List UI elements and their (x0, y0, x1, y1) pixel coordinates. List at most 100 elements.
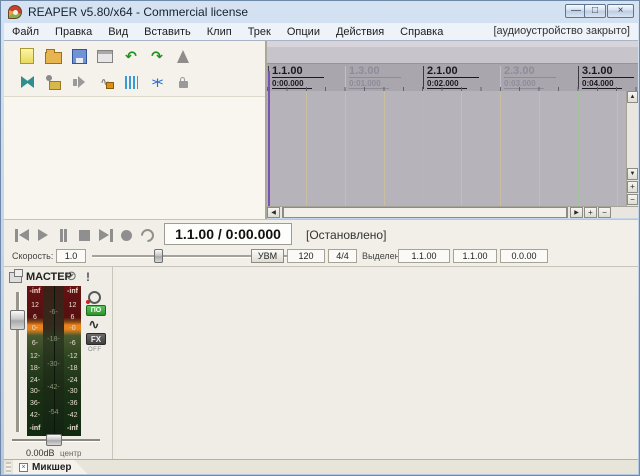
menu-item-options[interactable]: Опции (279, 25, 328, 39)
meter-scale: 12 (64, 302, 81, 310)
pause-button[interactable] (54, 225, 73, 245)
stop-button[interactable] (75, 225, 94, 245)
meter-peak-left: -inf (27, 288, 43, 296)
selection-end-field[interactable]: 1.1.00 (453, 249, 497, 263)
repeat-icon (138, 226, 156, 244)
save-project-button[interactable] (66, 46, 92, 66)
envelope-lock-button[interactable]: ∿ (92, 72, 118, 92)
media-explorer-button[interactable] (40, 72, 66, 92)
docker-grip[interactable] (6, 462, 11, 473)
toolbar-row-2: ∿ >|< (14, 72, 196, 92)
track-list-empty-area[interactable] (4, 96, 265, 220)
meter-scale: -30 (64, 388, 81, 396)
envelope-icon[interactable]: ∿ (88, 317, 100, 331)
grid-line (345, 91, 346, 206)
routing-icon[interactable] (9, 272, 22, 283)
reaper-logo-icon (8, 5, 22, 19)
time-signature-field[interactable]: 4/4 (328, 249, 357, 263)
meter-scale: -18- (43, 336, 64, 344)
mixer-panel: МАСТЕР ⊘ ! -inf -inf 12 6 0- 6- 12- 18- … (4, 266, 638, 459)
menu-item-item[interactable]: Клип (199, 25, 240, 39)
new-project-button[interactable] (14, 46, 40, 66)
window-title: REAPER v5.80/x64 - Commercial license (28, 5, 248, 19)
redo-button[interactable]: ↷ (144, 46, 170, 66)
edit-cursor[interactable] (268, 71, 270, 206)
zoom-out-horizontal-button[interactable]: − (598, 207, 611, 218)
menu-item-edit[interactable]: Правка (47, 25, 100, 39)
master-mute-icon[interactable]: ⊘ (66, 269, 77, 282)
meter-scale: -6 (64, 340, 81, 348)
go-to-start-button[interactable] (12, 225, 31, 245)
menu-item-insert[interactable]: Вставить (136, 25, 199, 39)
transport-position-display[interactable]: 1.1.00 / 0:00.000 (164, 223, 292, 245)
scroll-right-button[interactable]: ▶ (570, 207, 583, 218)
pan-slider-thumb[interactable] (46, 434, 62, 446)
maximize-button[interactable]: □ (584, 4, 606, 18)
pan-readout[interactable]: центр (60, 449, 81, 458)
horizontal-scrollbar[interactable]: ◀ ▶ + − (267, 206, 638, 218)
fx-state-label: OFF (88, 347, 102, 353)
open-project-button[interactable] (40, 46, 66, 66)
titlebar[interactable]: REAPER v5.80/x64 - Commercial license — … (1, 1, 639, 23)
meter-scale: 42- (27, 412, 43, 420)
repeat-button[interactable] (138, 225, 157, 245)
bpm-field[interactable]: 120 (287, 249, 325, 263)
project-settings-button[interactable] (92, 46, 118, 66)
scroll-up-button[interactable]: ▲ (627, 91, 638, 103)
grid-icon (125, 76, 138, 89)
meter-peak-right: -inf (64, 288, 81, 296)
record-button[interactable] (117, 225, 136, 245)
zoom-in-vertical-button[interactable]: + (627, 181, 638, 193)
scroll-down-button[interactable]: ▼ (627, 168, 638, 180)
grid-line (500, 91, 501, 206)
grid-line-measure (578, 91, 579, 206)
master-solo-icon[interactable]: ! (86, 270, 90, 284)
undo-button[interactable]: ↶ (118, 46, 144, 66)
menu-item-track[interactable]: Трек (240, 25, 279, 39)
go-to-end-button[interactable] (96, 225, 115, 245)
crossfade-icon (26, 76, 34, 88)
rate-slider-thumb[interactable] (154, 249, 163, 263)
mono-button[interactable]: ПО (86, 305, 106, 316)
lock-button[interactable] (170, 72, 196, 92)
timeline-ruler[interactable]: 1.1.00 0:00.000 1.3.00 0:01.000 2.1.00 0… (267, 64, 638, 91)
horizontal-scrollbar-thumb[interactable] (282, 207, 568, 218)
selection-start-field[interactable]: 1.1.00 (398, 249, 450, 263)
metronome-button[interactable] (170, 46, 196, 66)
record-monitor-icon[interactable] (88, 291, 101, 304)
play-icon (38, 229, 48, 241)
tab-mixer[interactable]: × Микшер (13, 460, 88, 474)
volume-fader-thumb[interactable] (10, 310, 25, 330)
volume-readout[interactable]: 0.00dB (26, 448, 55, 458)
crossfade-button[interactable] (14, 72, 40, 92)
close-button[interactable]: × (607, 4, 634, 18)
meter-scale: 18- (27, 365, 43, 373)
arrange-grid[interactable] (267, 91, 626, 206)
menu-item-help[interactable]: Справка (392, 25, 451, 39)
grid-toggle-button[interactable] (118, 72, 144, 92)
meter-scale: -0 (64, 325, 81, 333)
vertical-scrollbar[interactable]: ▲ ▼ + − (626, 91, 638, 206)
meter-scale: -12 (64, 353, 81, 361)
scroll-left-button[interactable]: ◀ (267, 207, 280, 218)
meter-scale: 6 (64, 314, 81, 322)
snap-toggle-button[interactable]: >|< (144, 72, 170, 92)
tab-close-icon[interactable]: × (19, 463, 28, 472)
menu-item-actions[interactable]: Действия (328, 25, 392, 39)
rate-value-field[interactable]: 1.0 (56, 249, 86, 263)
meter-scale: 12- (27, 353, 43, 361)
meter-scale: 30- (27, 388, 43, 396)
pause-icon (60, 229, 63, 242)
master-mute-button[interactable] (66, 72, 92, 92)
play-button[interactable] (33, 225, 52, 245)
meter-scale: -24 (64, 377, 81, 385)
fx-button[interactable]: FX (86, 333, 106, 345)
master-vu-meter: -inf -inf 12 6 0- 6- 12- 18- 24- 30- 36-… (27, 286, 81, 436)
bpm-mode-button[interactable]: УВМ (251, 249, 284, 263)
zoom-out-vertical-button[interactable]: − (627, 194, 638, 205)
selection-length-field[interactable]: 0.0.00 (500, 249, 548, 263)
menu-item-view[interactable]: Вид (100, 25, 136, 39)
go-to-end-icon (110, 229, 113, 242)
zoom-in-horizontal-button[interactable]: + (584, 207, 597, 218)
menu-item-file[interactable]: Файл (4, 25, 47, 39)
